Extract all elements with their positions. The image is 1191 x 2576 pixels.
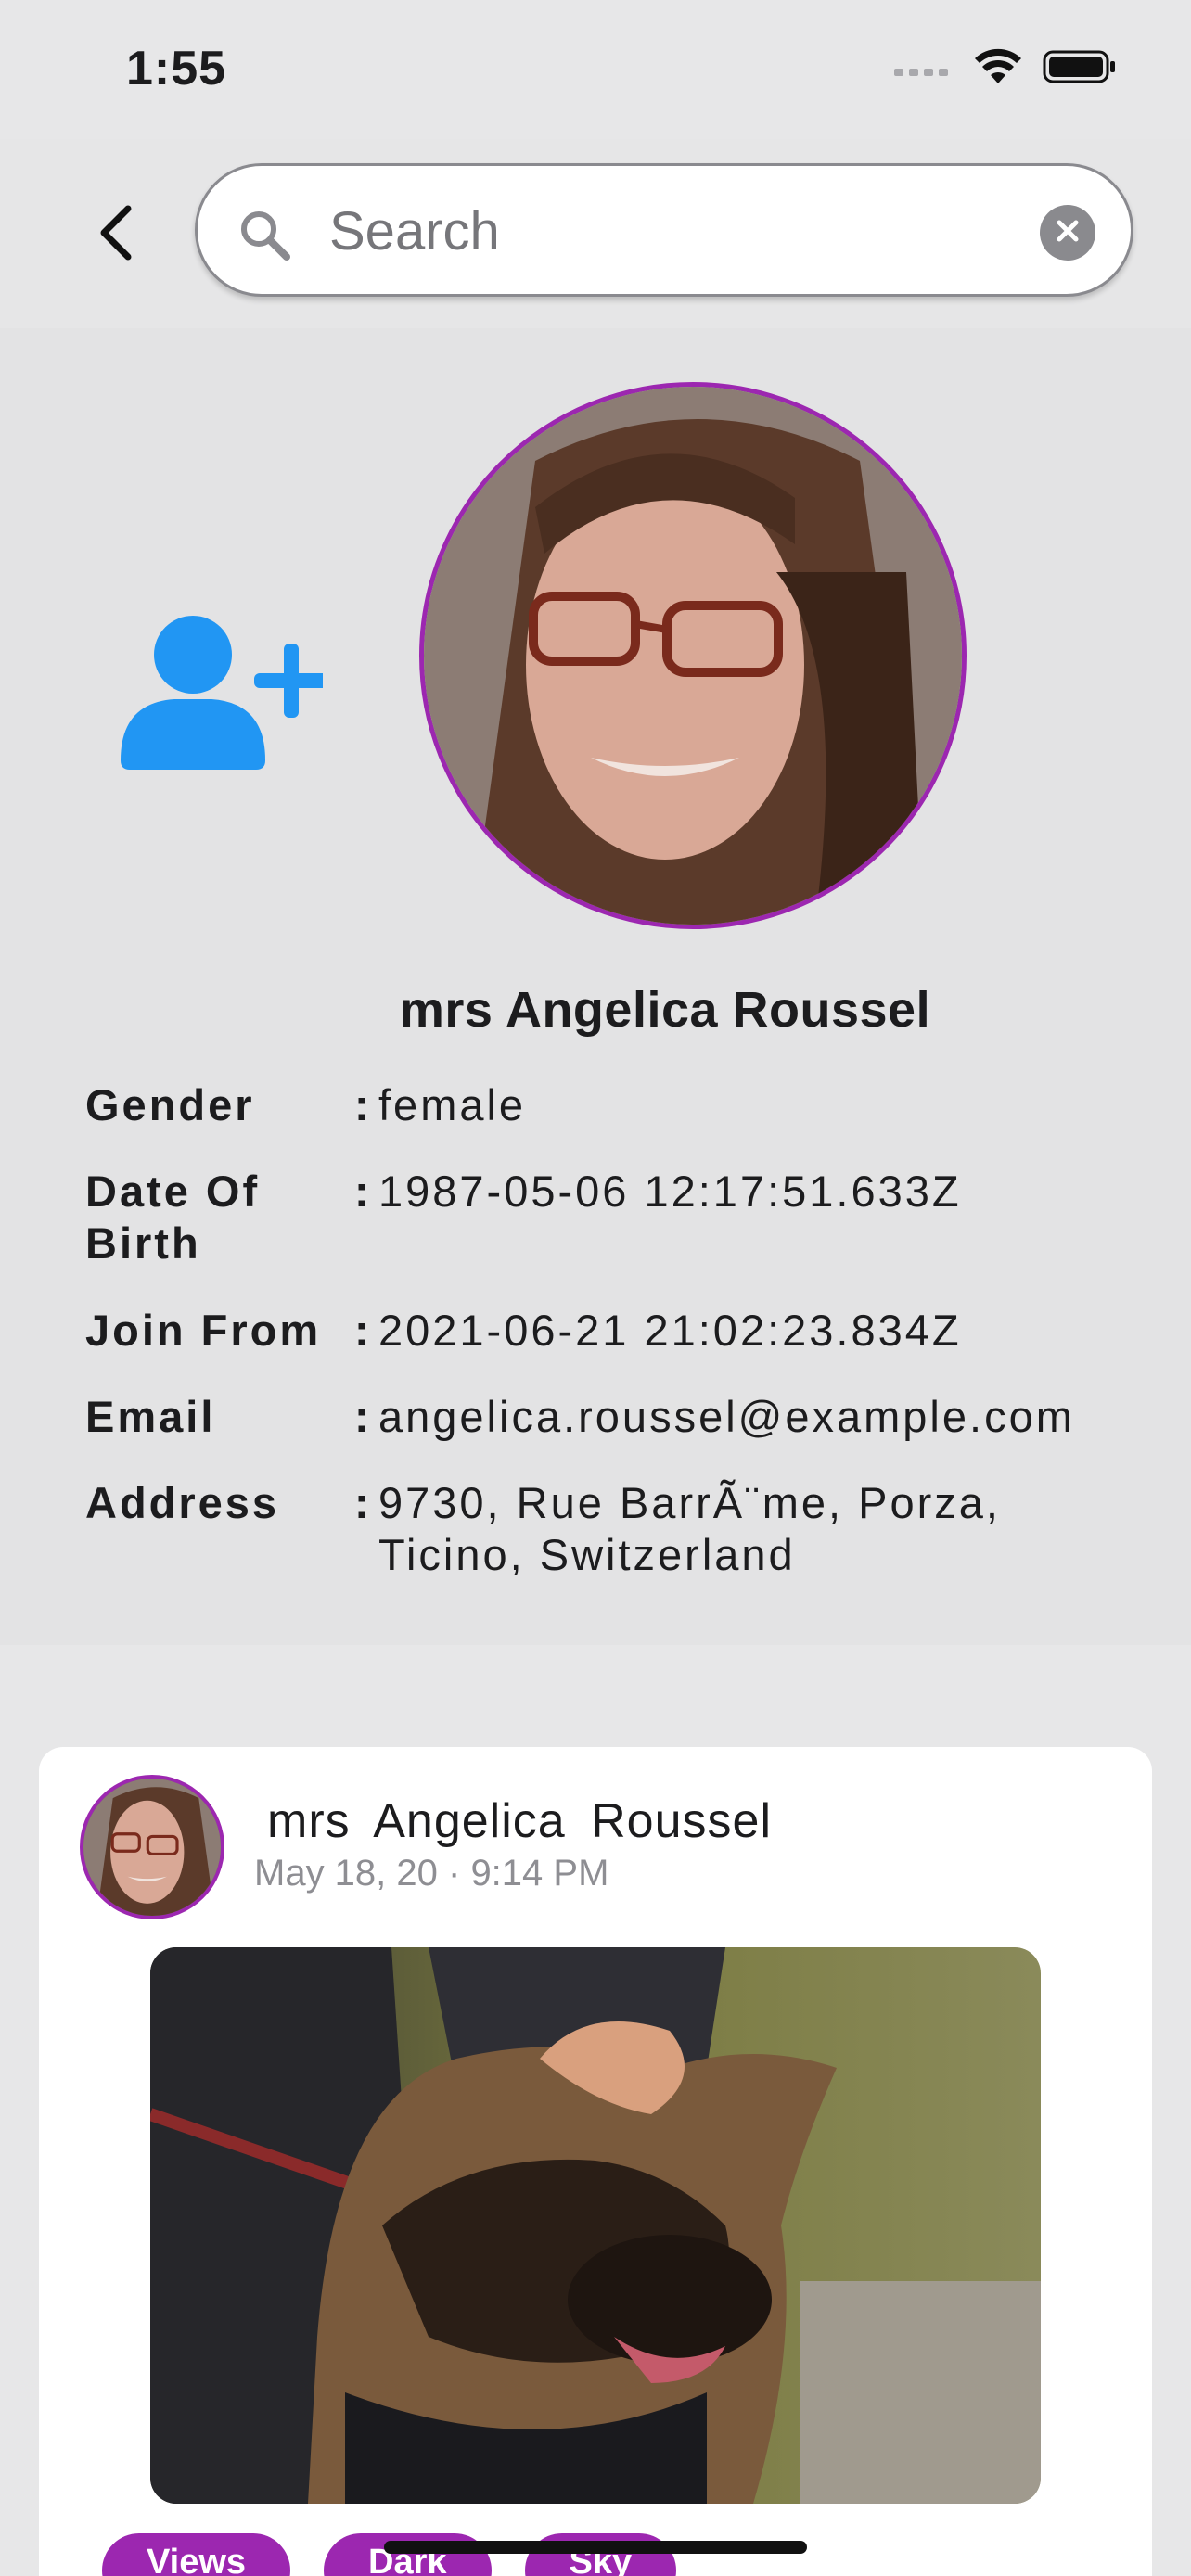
tag-chip[interactable]: Dark bbox=[324, 2533, 492, 2576]
post-author-avatar[interactable] bbox=[80, 1775, 224, 1919]
search-input[interactable] bbox=[329, 192, 979, 270]
info-row-dob: Date Of Birth : 1987-05-06 12:17:51.633Z bbox=[85, 1166, 1158, 1269]
post-card[interactable]: mrs Angelica Roussel May 18, 20 · 9:14 P… bbox=[39, 1747, 1152, 2576]
post-date: May 18, 20 · 9:14 PM bbox=[254, 1853, 609, 1894]
info-separator: : bbox=[354, 1478, 372, 1527]
info-row-email: Email : angelica.roussel@example.com bbox=[85, 1391, 1158, 1443]
add-user-icon bbox=[119, 616, 328, 777]
info-label: Date Of Birth bbox=[85, 1167, 261, 1268]
post-tags: Views Dark Sky bbox=[102, 2533, 677, 2576]
add-friend-button[interactable] bbox=[119, 606, 328, 773]
home-indicator[interactable] bbox=[384, 2541, 807, 2554]
wifi-icon bbox=[974, 48, 1022, 90]
back-button[interactable] bbox=[82, 193, 148, 276]
search-icon bbox=[237, 207, 292, 267]
info-label: Address bbox=[85, 1478, 280, 1527]
info-value: 9730, Rue BarrÃ¨me, Porza, Ticino, Switz… bbox=[378, 1478, 1001, 1579]
info-separator: : bbox=[354, 1306, 372, 1355]
info-label: Gender bbox=[85, 1080, 255, 1129]
status-bar: 1:55 bbox=[0, 0, 1191, 139]
info-row-join-from: Join From : 2021-06-21 21:02:23.834Z bbox=[85, 1305, 1158, 1357]
chevron-left-icon bbox=[95, 203, 135, 267]
tag-chip[interactable]: Sky bbox=[524, 2533, 677, 2576]
info-separator: : bbox=[354, 1392, 372, 1441]
info-value: angelica.roussel@example.com bbox=[378, 1392, 1075, 1441]
profile-section: mrs Angelica Roussel Gender : female Dat… bbox=[0, 328, 1191, 1645]
clear-circle-icon bbox=[1054, 217, 1082, 249]
status-time: 1:55 bbox=[126, 42, 227, 96]
info-value: female bbox=[378, 1080, 527, 1129]
profile-avatar bbox=[419, 382, 967, 929]
cellular-signal-icon bbox=[894, 57, 954, 81]
info-row-gender: Gender : female bbox=[85, 1079, 1158, 1131]
info-value: 2021-06-21 21:02:23.834Z bbox=[378, 1306, 962, 1355]
tag-chip[interactable]: Views bbox=[102, 2533, 291, 2576]
info-separator: : bbox=[354, 1080, 372, 1129]
search-bar[interactable] bbox=[195, 163, 1133, 297]
status-icons bbox=[894, 48, 1117, 90]
battery-icon bbox=[1043, 48, 1117, 90]
info-separator: : bbox=[354, 1167, 372, 1216]
info-label: Join From bbox=[85, 1306, 322, 1355]
info-value: 1987-05-06 12:17:51.633Z bbox=[378, 1167, 962, 1216]
header-bar bbox=[0, 139, 1191, 328]
info-label: Email bbox=[85, 1392, 216, 1441]
info-row-address: Address : 9730, Rue BarrÃ¨me, Porza, Tic… bbox=[85, 1477, 1158, 1581]
post-image[interactable] bbox=[150, 1947, 1041, 2504]
profile-name: mrs Angelica Roussel bbox=[399, 982, 931, 1038]
post-author-name[interactable]: mrs Angelica Roussel bbox=[267, 1793, 772, 1849]
search-clear-button[interactable] bbox=[1040, 205, 1095, 261]
